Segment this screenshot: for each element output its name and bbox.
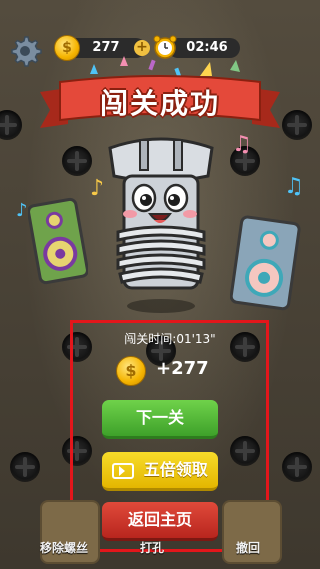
- right-speaker: [230, 215, 301, 311]
- timer-value: 02:46: [186, 40, 228, 55]
- clear-time-label: 闯关时间:01'13": [124, 332, 216, 346]
- left-speaker: [28, 197, 88, 285]
- next-level-button[interactable]: 下一关: [102, 400, 218, 439]
- screw-hole[interactable]: [10, 452, 40, 482]
- music-note-icon: ♫: [284, 174, 304, 199]
- drill-hole-label: 打孔: [140, 541, 165, 555]
- return-home-label: 返回主页: [127, 510, 192, 529]
- coin-count: 277: [92, 40, 120, 55]
- screw-hole[interactable]: [62, 146, 92, 176]
- screw-hole[interactable]: [282, 110, 312, 140]
- next-level-label: 下一关: [135, 408, 184, 427]
- screw-mascot: [108, 137, 214, 313]
- claim-five-times-label: 五倍领取: [143, 460, 208, 479]
- screw-hole[interactable]: [282, 452, 312, 482]
- reward-coin-icon: $: [116, 356, 146, 386]
- reward-amount: +277: [156, 358, 209, 379]
- return-home-button[interactable]: 返回主页: [102, 502, 218, 541]
- success-title: 闯关成功: [99, 87, 220, 120]
- coin-icon: $: [54, 35, 80, 61]
- remove-screw-label: 移除螺丝: [40, 541, 89, 555]
- gear-icon[interactable]: [8, 34, 42, 68]
- music-note-icon: ♪: [16, 200, 28, 221]
- video-icon: [112, 462, 135, 479]
- undo-label: 撤回: [236, 541, 261, 555]
- music-note-icon: ♫: [232, 132, 252, 157]
- claim-five-times-button[interactable]: 五倍领取: [102, 452, 218, 491]
